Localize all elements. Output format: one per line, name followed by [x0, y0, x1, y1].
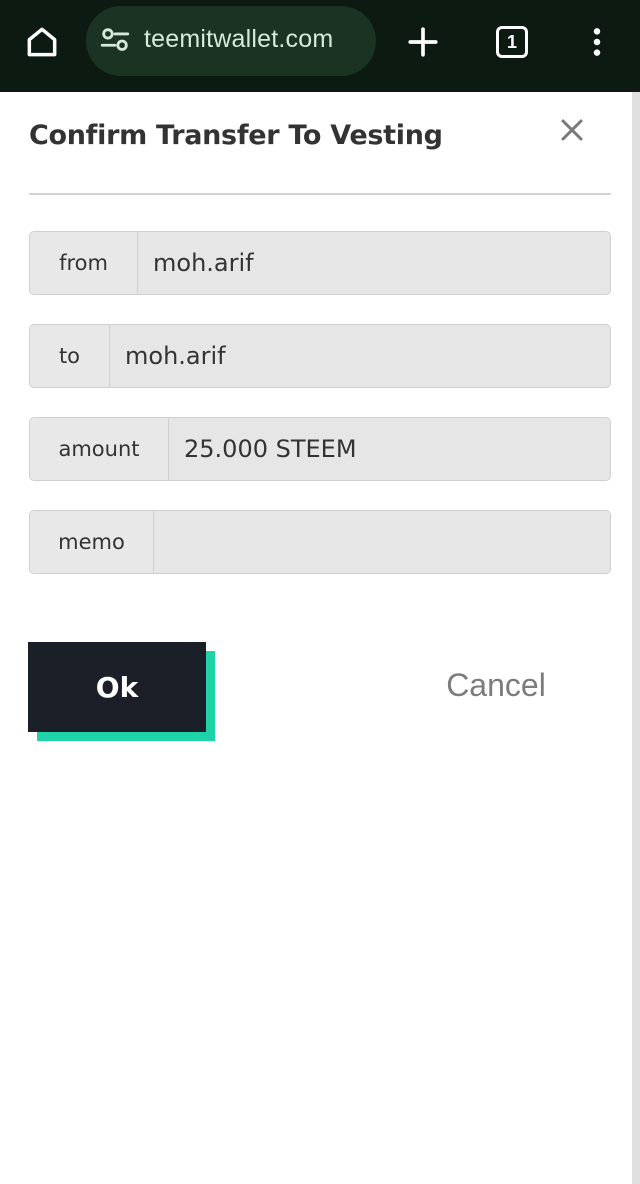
memo-field-row: memo: [29, 510, 611, 574]
url-text: teemitwallet.com: [144, 25, 334, 53]
dialog-title: Confirm Transfer To Vesting: [29, 120, 443, 151]
memo-field[interactable]: [154, 511, 610, 573]
from-label: from: [30, 232, 138, 294]
memo-label: memo: [30, 511, 154, 573]
amount-field-row: amount 25.000 STEEM: [29, 417, 611, 481]
home-icon: [27, 27, 57, 57]
tab-switcher-button[interactable]: 1: [484, 14, 540, 70]
cancel-button[interactable]: Cancel: [430, 660, 562, 710]
close-icon: [561, 119, 583, 141]
from-field[interactable]: moh.arif: [138, 232, 610, 294]
plus-icon: [408, 27, 438, 57]
amount-field[interactable]: 25.000 STEEM: [169, 418, 610, 480]
close-button[interactable]: [552, 110, 592, 150]
to-field[interactable]: moh.arif: [110, 325, 610, 387]
new-tab-button[interactable]: [395, 14, 451, 70]
tab-count: 1: [506, 31, 517, 52]
home-button[interactable]: [14, 14, 70, 70]
to-label: to: [30, 325, 110, 387]
browser-menu-button[interactable]: [569, 14, 625, 70]
from-field-row: from moh.arif: [29, 231, 611, 295]
page-scrollbar[interactable]: [632, 92, 640, 1184]
dialog-divider: [29, 193, 611, 195]
site-settings-icon[interactable]: [98, 23, 132, 59]
address-bar[interactable]: teemitwallet.com: [86, 6, 376, 76]
tab-switcher-icon: 1: [496, 26, 528, 58]
amount-label: amount: [30, 418, 169, 480]
browser-toolbar: teemitwallet.com 1: [0, 0, 640, 92]
ok-button[interactable]: Ok: [28, 642, 206, 732]
more-vert-icon: [593, 28, 601, 56]
to-field-row: to moh.arif: [29, 324, 611, 388]
